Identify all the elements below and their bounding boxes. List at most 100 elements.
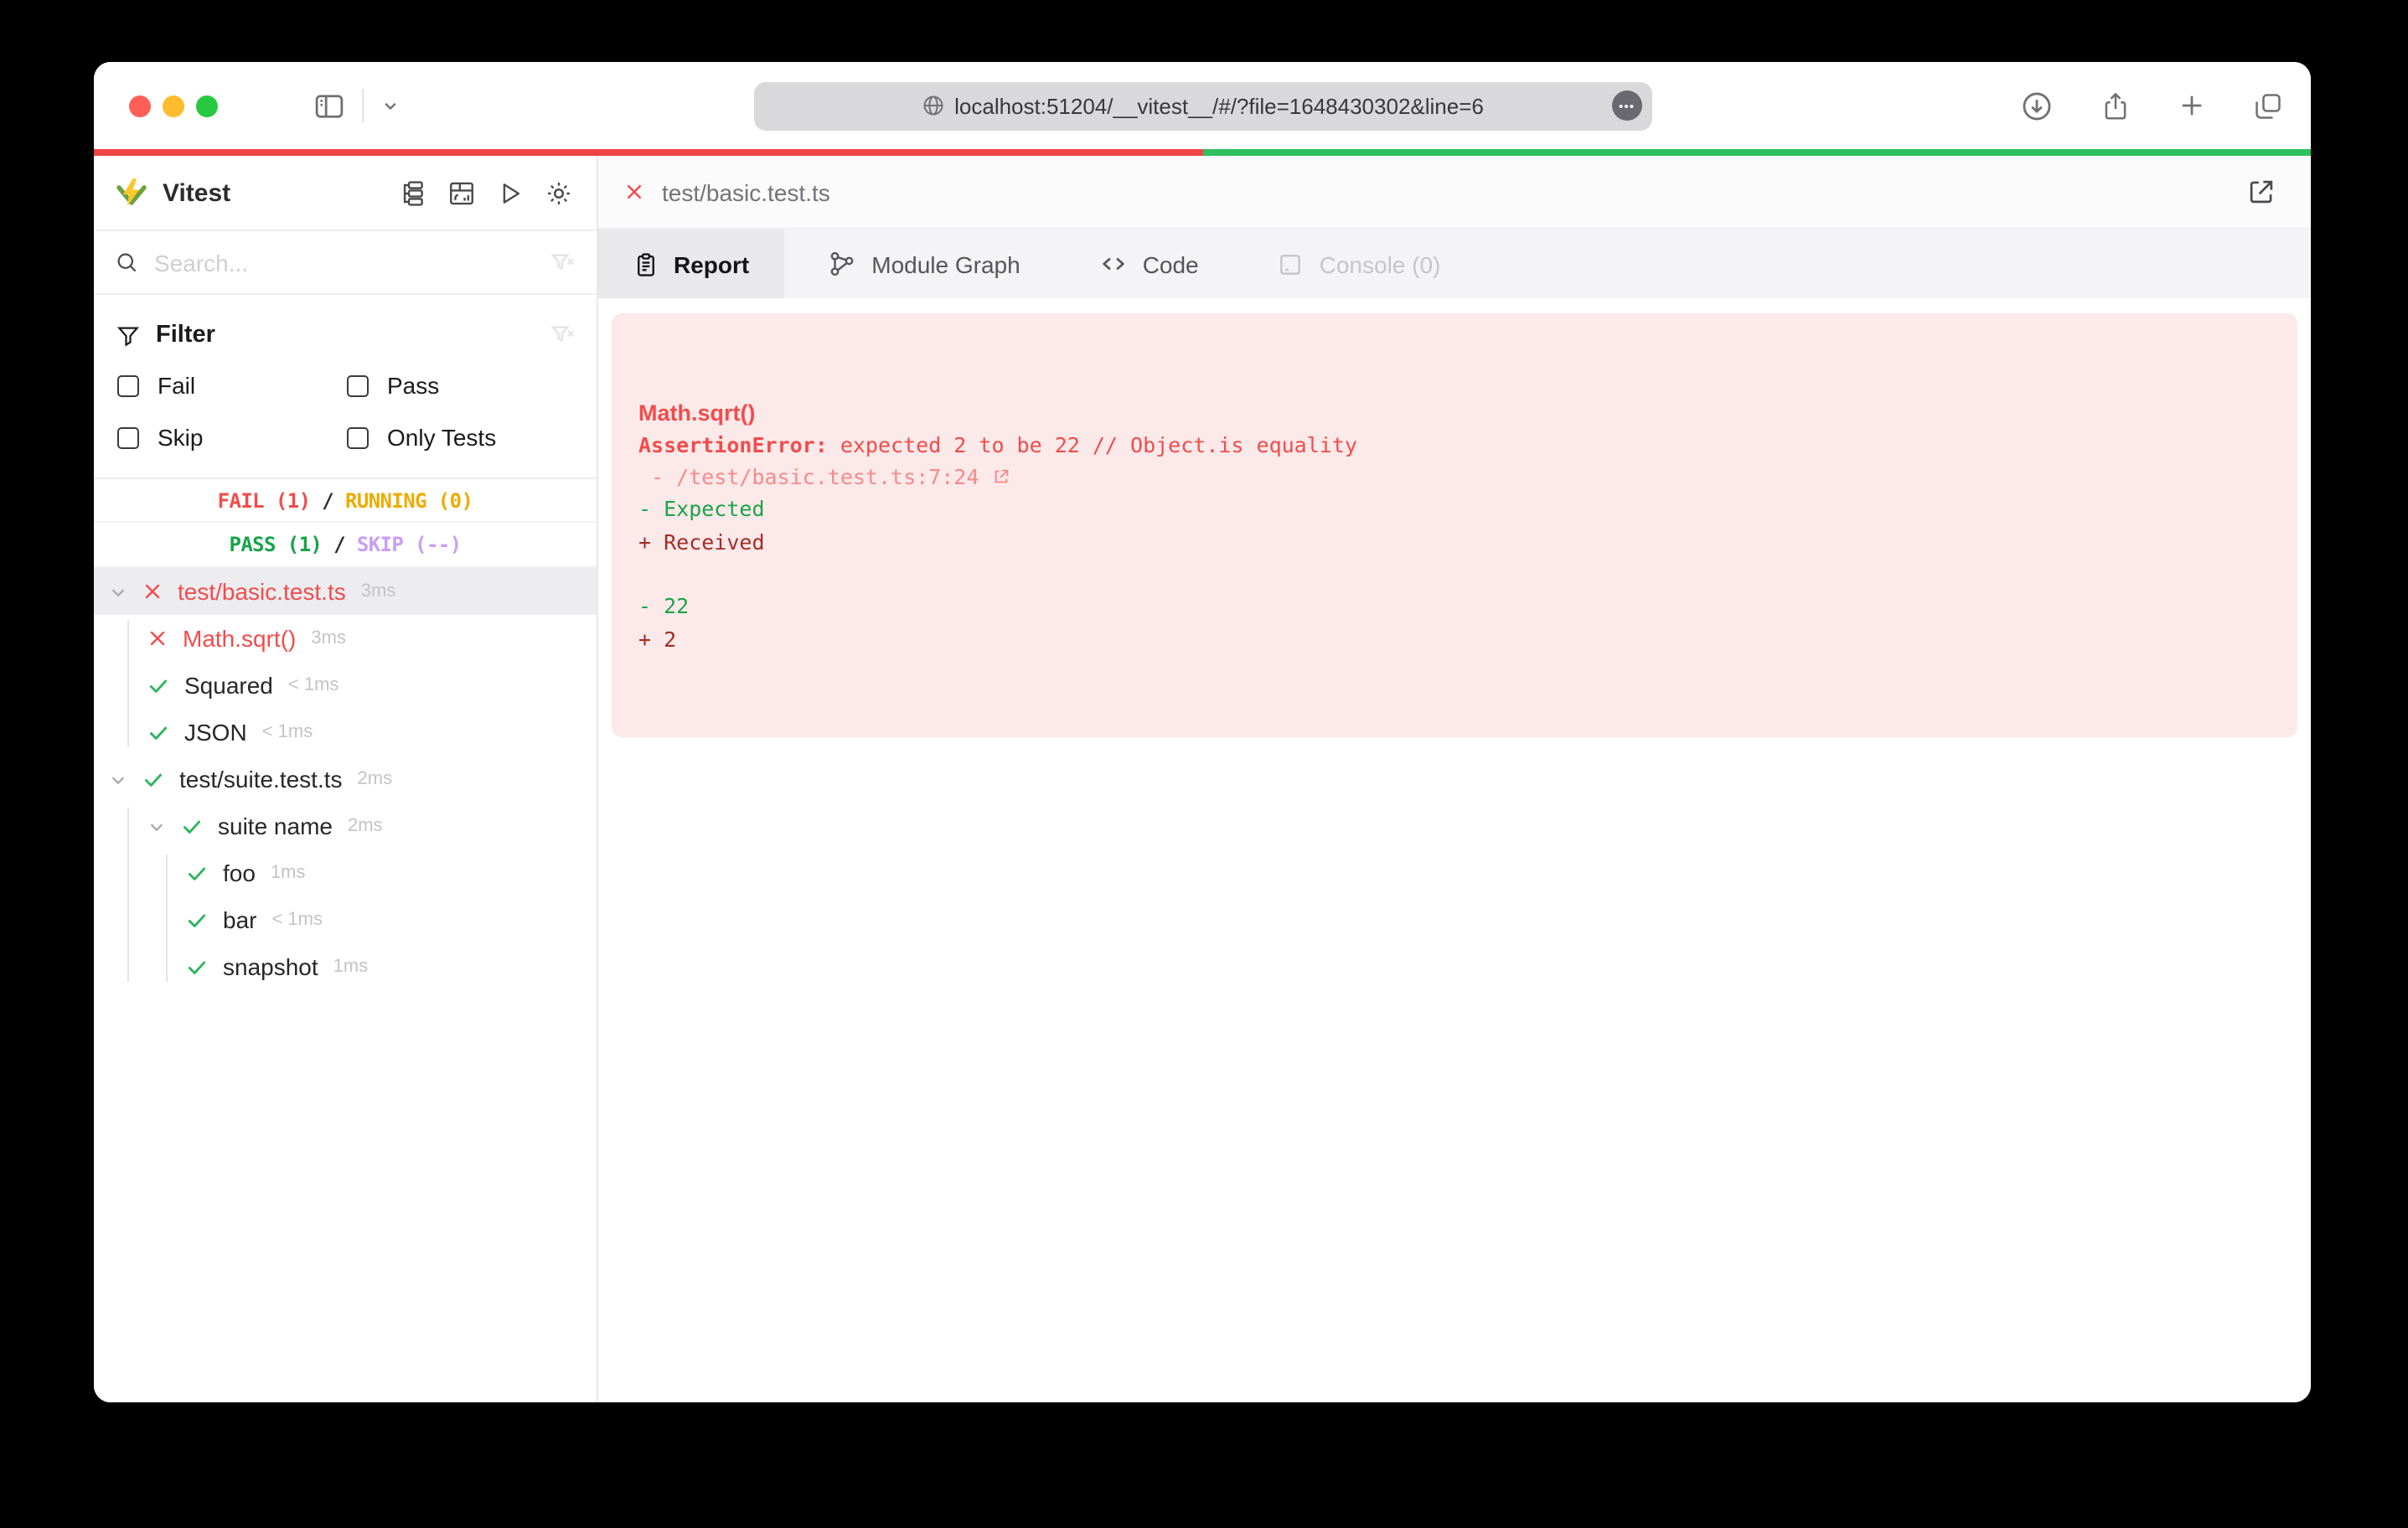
status-sep: / bbox=[310, 489, 345, 513]
test-duration: < 1ms bbox=[288, 675, 339, 695]
tree-item[interactable]: suite name2ms bbox=[94, 803, 597, 849]
test-name: bar bbox=[223, 906, 256, 933]
checkbox[interactable] bbox=[347, 426, 369, 448]
download-icon[interactable] bbox=[2019, 88, 2054, 123]
zoom-window-button[interactable] bbox=[196, 95, 218, 116]
tab-module-graph[interactable]: Module Graph bbox=[793, 230, 1055, 298]
tab-code[interactable]: Code bbox=[1064, 230, 1234, 298]
test-duration: < 1ms bbox=[271, 910, 323, 930]
filter-option-label: Only Tests bbox=[387, 424, 496, 451]
tree-item[interactable]: test/suite.test.ts 2ms bbox=[94, 756, 597, 803]
report-body: Math.sqrt()AssertionError: expected 2 to… bbox=[638, 396, 2271, 655]
new-tab-icon[interactable] bbox=[2177, 90, 2207, 121]
address-bar[interactable]: localhost:51204/__vitest__/#/?file=16484… bbox=[753, 81, 1651, 130]
filter-option-label: Pass bbox=[387, 372, 439, 399]
filter-option-pass[interactable]: Pass bbox=[347, 372, 576, 399]
status-skip: SKIP (--) bbox=[357, 533, 462, 556]
window-controls bbox=[129, 95, 218, 116]
code-icon bbox=[1099, 250, 1128, 278]
globe-icon bbox=[921, 94, 944, 117]
fail-cross-icon bbox=[142, 581, 163, 601]
tree-item[interactable]: snapshot 1ms bbox=[94, 943, 597, 990]
checkbox[interactable] bbox=[117, 374, 139, 396]
test-name: test/basic.test.ts bbox=[178, 578, 346, 605]
progress-fail-segment bbox=[94, 149, 1202, 156]
report-text: AssertionError: bbox=[638, 432, 828, 457]
test-name: suite name bbox=[218, 813, 333, 839]
url-text: localhost:51204/__vitest__/#/?file=16484… bbox=[954, 93, 1484, 118]
fail-cross-icon bbox=[147, 628, 168, 648]
tree-item[interactable]: Squared < 1ms bbox=[94, 662, 597, 709]
status-line-2: PASS (1) / SKIP (--) bbox=[94, 523, 597, 566]
main-panel: test/basic.test.ts Report Module Graph Cod… bbox=[598, 156, 2311, 1402]
report-line[interactable]: - /test/basic.test.ts:7:24 bbox=[638, 461, 2271, 493]
test-name: foo bbox=[223, 860, 256, 886]
checkbox[interactable] bbox=[347, 374, 369, 396]
filter-option-only-tests[interactable]: Only Tests bbox=[347, 424, 576, 451]
search-input[interactable] bbox=[154, 249, 535, 276]
open-file-name: test/basic.test.ts bbox=[662, 178, 830, 205]
report-line: + Received bbox=[638, 526, 2271, 559]
tree-indent-guide bbox=[166, 854, 168, 982]
run-all-icon[interactable] bbox=[496, 178, 524, 207]
filter-section: Filter FailPassSkipOnly Tests bbox=[94, 295, 597, 479]
test-duration: 2ms bbox=[358, 769, 393, 789]
tree-indent-guide bbox=[127, 620, 129, 747]
test-name: snapshot bbox=[223, 953, 318, 980]
browser-toolbar: localhost:51204/__vitest__/#/?file=16484… bbox=[94, 62, 2311, 149]
report-line bbox=[638, 558, 2271, 591]
tab-overview-icon[interactable] bbox=[2252, 90, 2284, 121]
toolbar-divider bbox=[362, 89, 364, 122]
clear-filter-icon[interactable] bbox=[550, 249, 576, 276]
tree-item[interactable]: foo1ms bbox=[94, 849, 597, 896]
tab-report[interactable]: Report bbox=[598, 230, 784, 298]
test-name: test/suite.test.ts bbox=[179, 766, 343, 792]
test-duration: 1ms bbox=[333, 957, 369, 977]
chevron-down-icon[interactable] bbox=[109, 582, 127, 601]
status-sep: / bbox=[322, 533, 357, 556]
tab-console[interactable]: Console (0) bbox=[1243, 230, 1476, 298]
tree-view-icon[interactable] bbox=[399, 178, 427, 207]
tree-item[interactable]: Math.sqrt()3ms bbox=[94, 615, 597, 662]
share-icon[interactable] bbox=[2100, 88, 2132, 123]
tree-item[interactable]: JSON< 1ms bbox=[94, 709, 597, 756]
test-name: Math.sqrt() bbox=[183, 625, 296, 652]
sidebar-header: Vitest bbox=[94, 156, 597, 230]
tree-item[interactable]: test/basic.test.ts 3ms bbox=[94, 568, 597, 615]
error-report-card: Math.sqrt()AssertionError: expected 2 to… bbox=[612, 313, 2297, 736]
report-icon bbox=[633, 250, 659, 277]
external-link-icon[interactable] bbox=[2245, 176, 2277, 208]
progress-pass-segment bbox=[1202, 149, 2311, 156]
theme-toggle-icon[interactable] bbox=[545, 178, 573, 207]
chevron-down-icon[interactable] bbox=[109, 770, 127, 788]
filter-option-label: Fail bbox=[158, 372, 195, 399]
pass-check-icon bbox=[186, 909, 208, 931]
app-title: Vitest bbox=[163, 178, 230, 207]
test-name: Squared bbox=[184, 672, 273, 699]
tab-label: Report bbox=[674, 250, 749, 277]
close-window-button[interactable] bbox=[129, 95, 151, 116]
more-options-icon[interactable] bbox=[1611, 90, 1641, 121]
report-text: - 22 bbox=[638, 594, 689, 619]
minimize-window-button[interactable] bbox=[163, 95, 184, 116]
tree-indent-guide bbox=[127, 808, 129, 982]
filter-option-label: Skip bbox=[158, 424, 203, 451]
pass-check-icon bbox=[186, 956, 208, 978]
checkbox[interactable] bbox=[117, 426, 139, 448]
report-line: - Expected bbox=[638, 493, 2271, 526]
browser-window: localhost:51204/__vitest__/#/?file=16484… bbox=[94, 62, 2311, 1402]
chevron-down-icon[interactable] bbox=[147, 817, 166, 835]
tab-label: Code bbox=[1143, 250, 1199, 277]
test-duration: 3ms bbox=[361, 581, 396, 601]
status-fail: FAIL (1) bbox=[218, 489, 311, 513]
pass-check-icon bbox=[186, 862, 208, 884]
chevron-down-icon[interactable] bbox=[379, 94, 402, 117]
clear-filter-icon[interactable] bbox=[550, 322, 576, 348]
tree-item[interactable]: bar < 1ms bbox=[94, 896, 597, 943]
filter-option-fail[interactable]: Fail bbox=[117, 372, 347, 399]
report-line: - 22 bbox=[638, 591, 2271, 623]
report-text: - Expected bbox=[638, 497, 765, 522]
dashboard-icon[interactable] bbox=[447, 178, 476, 207]
sidebar-toggle-icon[interactable] bbox=[312, 88, 347, 123]
filter-option-skip[interactable]: Skip bbox=[117, 424, 347, 451]
